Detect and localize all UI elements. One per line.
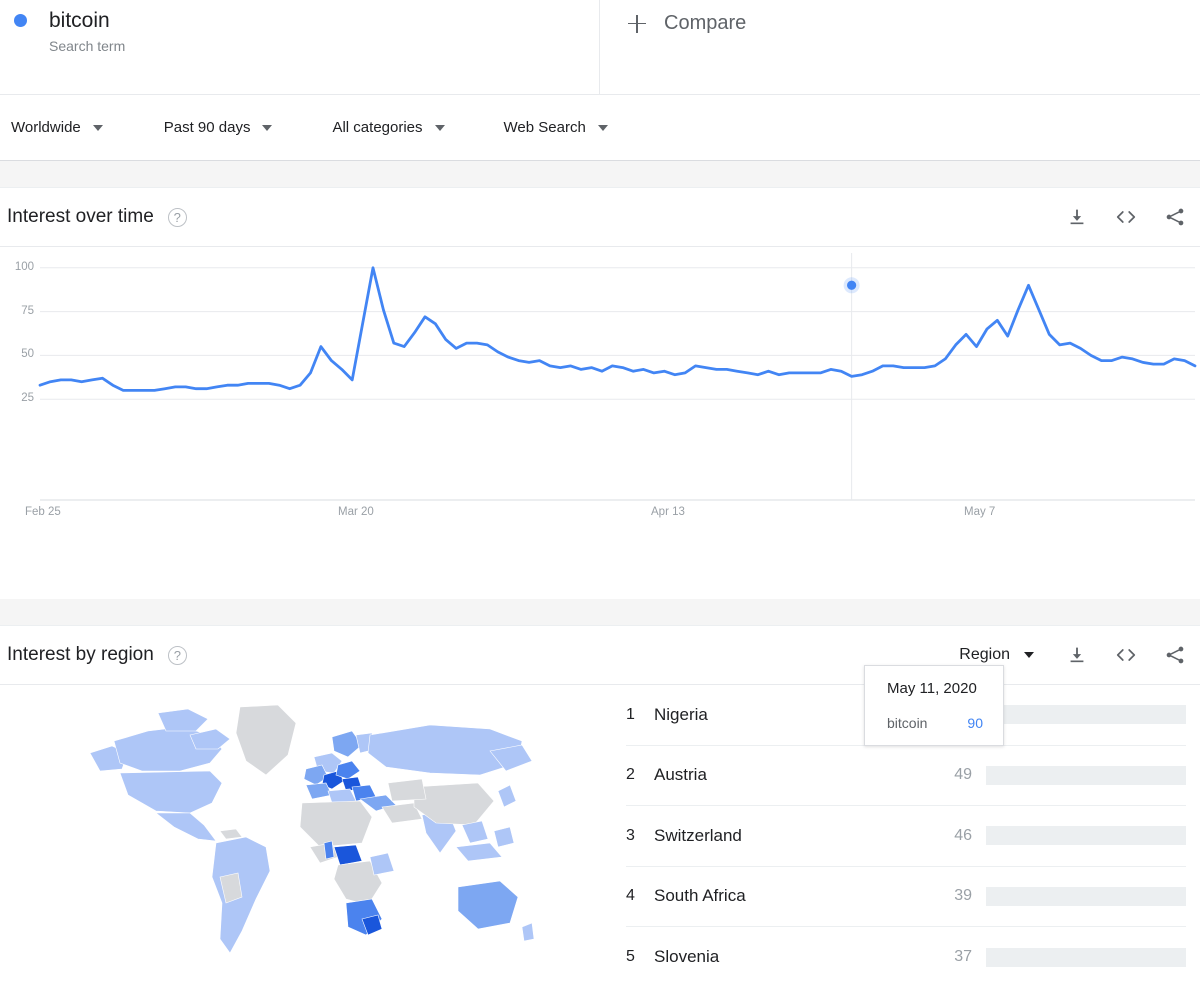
y-axis-tick: 50	[21, 348, 34, 361]
section-gap	[0, 161, 1200, 188]
x-axis-tick: May 7	[964, 506, 996, 518]
chevron-down-icon	[92, 124, 103, 131]
region-bar-track	[986, 826, 1186, 846]
y-axis-tick: 25	[21, 392, 34, 405]
world-map-svg	[89, 704, 535, 954]
x-axis-tick: Apr 13	[651, 506, 685, 518]
compare-label: Compare	[664, 12, 747, 34]
rank-number: 3	[626, 826, 635, 844]
region-bar-track	[986, 947, 1186, 967]
series-color-dot	[14, 14, 27, 27]
filter-search-type-label: Web Search	[503, 119, 586, 136]
download-icon[interactable]	[1066, 644, 1088, 666]
x-axis-tick: Mar 20	[338, 506, 374, 518]
map-countries	[89, 704, 535, 954]
y-axis-tick: 75	[21, 304, 34, 317]
world-map[interactable]	[0, 685, 610, 981]
region-bar-track	[986, 886, 1186, 906]
tooltip-row: bitcoin 90	[887, 715, 983, 731]
term-header: bitcoin Search term Compare	[0, 0, 1200, 95]
google-trends-page: bitcoin Search term Compare Worldwide Pa…	[0, 0, 1200, 981]
search-term-type: Search term	[49, 38, 126, 54]
rank-number: 5	[626, 948, 635, 966]
region-granularity-select[interactable]: Region	[959, 646, 1034, 664]
region-bar-track	[986, 765, 1186, 785]
filter-location[interactable]: Worldwide	[11, 119, 103, 136]
region-name: Austria	[654, 765, 707, 785]
tooltip-value: 90	[967, 715, 983, 731]
interest-over-time-card: Interest over time ? May 11, 2020 bitcoi…	[0, 188, 1200, 746]
chevron-down-icon	[597, 124, 608, 131]
filter-time-range-label: Past 90 days	[163, 119, 251, 136]
compare-cell: Compare	[600, 0, 1200, 94]
region-value: 37	[954, 948, 972, 966]
region-granularity-label: Region	[959, 646, 1010, 663]
interest-over-time-actions	[1066, 206, 1186, 228]
y-axis-tick: 100	[14, 260, 34, 273]
embed-icon[interactable]	[1114, 644, 1138, 666]
chevron-down-icon	[434, 124, 445, 131]
section-gap-2	[0, 599, 1200, 626]
region-name: Switzerland	[654, 825, 742, 845]
filter-category-label: All categories	[332, 119, 423, 136]
embed-icon[interactable]	[1114, 206, 1138, 228]
region-value: 49	[954, 766, 972, 784]
chevron-down-icon	[1024, 652, 1034, 658]
interest-over-time-title: Interest over time	[7, 206, 154, 227]
region-name: South Africa	[654, 886, 746, 906]
search-term-card[interactable]: bitcoin Search term	[0, 0, 600, 94]
tooltip-term: bitcoin	[887, 715, 928, 731]
x-axis-tick: Feb 25	[25, 506, 61, 518]
table-row[interactable]: 2 Austria 49	[626, 746, 1186, 806]
chevron-down-icon	[262, 124, 273, 131]
rank-number: 2	[626, 766, 635, 784]
share-icon[interactable]	[1164, 206, 1186, 228]
filter-location-label: Worldwide	[11, 119, 81, 136]
interest-by-region-header: Interest by region ? Region	[0, 626, 1200, 685]
region-value: 46	[954, 826, 972, 844]
help-icon[interactable]: ?	[167, 207, 187, 227]
table-row[interactable]: 3 Switzerland 46	[626, 806, 1186, 867]
term-text-group: bitcoin Search term	[49, 8, 125, 55]
filter-search-type[interactable]: Web Search	[504, 119, 608, 136]
region-name: Slovenia	[654, 947, 720, 967]
rank-number: 1	[626, 705, 635, 723]
share-icon[interactable]	[1164, 644, 1186, 666]
table-row[interactable]: 5 Slovenia 37	[626, 927, 1186, 981]
interest-by-region-title: Interest by region	[7, 644, 154, 665]
region-bar-track	[986, 705, 1186, 725]
compare-button[interactable]: Compare	[628, 12, 746, 35]
interest-by-region-actions: Region	[959, 644, 1186, 666]
interest-over-time-header: Interest over time ?	[0, 188, 1200, 247]
trend-line-svg	[38, 253, 1197, 501]
download-icon[interactable]	[1066, 206, 1088, 228]
filter-bar: Worldwide Past 90 days All categories We…	[0, 95, 1200, 161]
interest-over-time-chart[interactable]: May 11, 2020 bitcoin 90 25 50 75 100 Feb 25 M…	[0, 247, 1200, 746]
filter-time-range[interactable]: Past 90 days	[164, 119, 273, 136]
table-row[interactable]: 4 South Africa 39	[626, 867, 1186, 927]
region-value: 39	[954, 887, 972, 905]
interest-by-region-card: Interest by region ? Region 1 Nigeria 2 …	[0, 626, 1200, 981]
plus-icon	[628, 14, 646, 33]
rank-number: 4	[626, 887, 635, 905]
filter-category[interactable]: All categories	[332, 119, 445, 136]
help-icon[interactable]: ?	[167, 645, 187, 665]
chart-tooltip: May 11, 2020 bitcoin 90	[864, 665, 1004, 746]
tooltip-date: May 11, 2020	[887, 680, 977, 697]
interest-by-region-body: 1Nigeria1002Austria493Switzerland464Sout…	[0, 685, 1200, 981]
search-term-label: bitcoin	[49, 9, 110, 32]
